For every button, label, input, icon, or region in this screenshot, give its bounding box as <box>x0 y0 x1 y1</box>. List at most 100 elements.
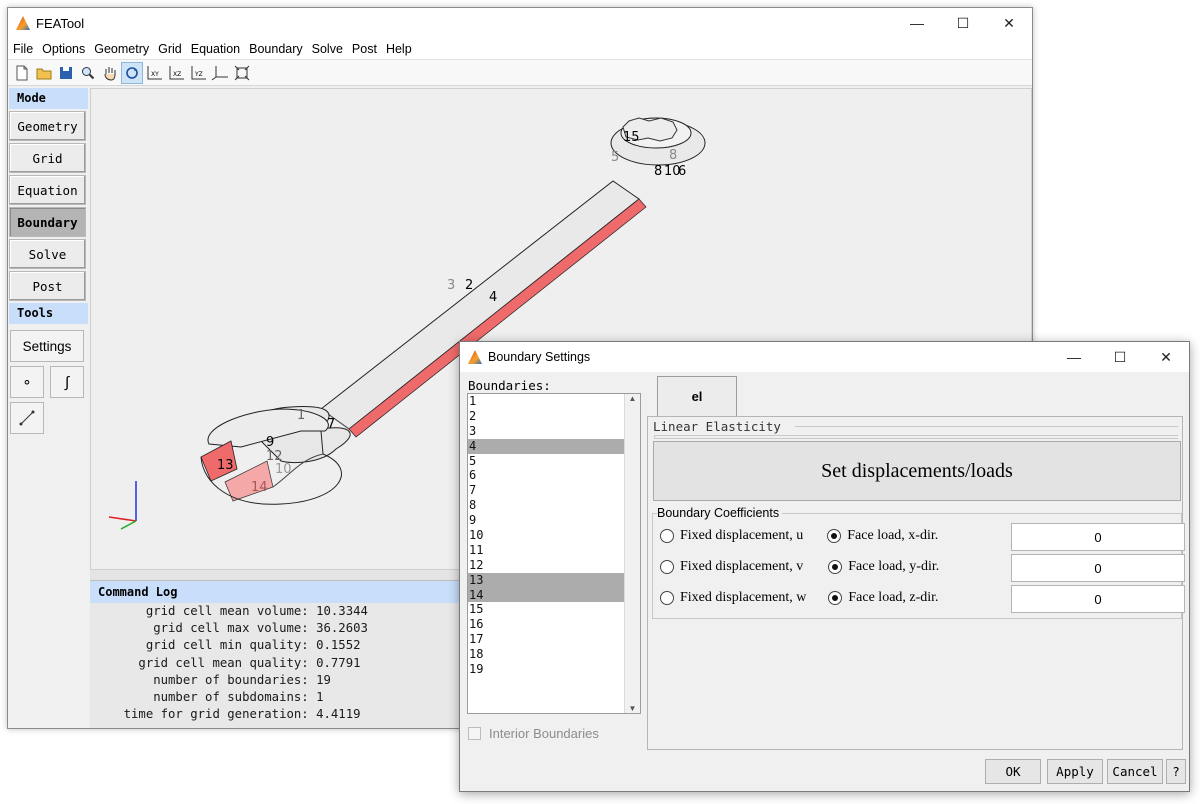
menu-bar: File Options Geometry Grid Equation Boun… <box>8 38 1032 60</box>
listbox-scrollbar[interactable]: ▲ ▼ <box>624 394 640 713</box>
list-item[interactable]: 17 <box>468 632 625 647</box>
menu-file[interactable]: File <box>8 42 37 56</box>
plot-label-15: 15 <box>623 130 640 145</box>
face-load-z-label: Face load, z-dir. <box>848 590 939 605</box>
fixed-displacement-w-label: Fixed displacement, w <box>680 590 807 605</box>
plot-label-8a: 8 <box>669 148 677 163</box>
axes-xz-icon[interactable]: XZ <box>165 62 187 84</box>
menu-solve[interactable]: Solve <box>307 42 347 56</box>
axes-yz-icon[interactable]: YZ <box>187 62 209 84</box>
interior-boundaries-option: Interior Boundaries <box>468 726 599 741</box>
close-button[interactable]: ✕ <box>986 8 1032 38</box>
axes-xy-icon[interactable]: XY <box>143 62 165 84</box>
list-item[interactable]: 14 <box>468 587 625 603</box>
point-tool-icon[interactable]: ∘ <box>10 366 44 398</box>
list-item[interactable]: 2 <box>468 409 625 424</box>
apply-button[interactable]: Apply <box>1047 759 1103 784</box>
scroll-down-icon[interactable]: ▼ <box>629 704 637 713</box>
divider <box>654 435 1178 439</box>
list-item[interactable]: 3 <box>468 424 625 439</box>
new-file-icon[interactable] <box>11 62 33 84</box>
save-icon[interactable] <box>55 62 77 84</box>
list-item[interactable]: 16 <box>468 617 625 632</box>
left-panel: Mode Geometry Grid Equation Boundary Sol… <box>8 88 88 728</box>
interior-boundaries-label: Interior Boundaries <box>489 726 599 741</box>
svg-text:XZ: XZ <box>173 71 181 78</box>
mode-solve-button[interactable]: Solve <box>9 239 86 269</box>
settings-button[interactable]: Settings <box>10 330 84 362</box>
menu-equation[interactable]: Equation <box>186 42 244 56</box>
dialog-maximize-button[interactable]: ☐ <box>1097 342 1143 372</box>
list-item[interactable]: 8 <box>468 498 625 513</box>
list-item[interactable]: 7 <box>468 483 625 498</box>
pan-hand-icon[interactable] <box>99 62 121 84</box>
rotate-icon[interactable] <box>121 61 143 84</box>
fixed-displacement-v-label: Fixed displacement, v <box>680 559 804 574</box>
tab-panel: Linear Elasticity Set displacements/load… <box>647 416 1185 750</box>
cancel-button[interactable]: Cancel <box>1107 759 1163 784</box>
list-item[interactable]: 19 <box>468 662 625 677</box>
list-item[interactable]: 11 <box>468 543 625 558</box>
fit-view-icon[interactable] <box>231 62 253 84</box>
list-item[interactable]: 13 <box>468 572 625 588</box>
list-item[interactable]: 9 <box>468 513 625 528</box>
list-item[interactable]: 1 <box>468 394 625 409</box>
minimize-button[interactable]: — <box>894 8 940 38</box>
plot-label-7: 7 <box>327 417 335 432</box>
plot-label-9: 9 <box>266 435 274 450</box>
menu-post[interactable]: Post <box>347 42 381 56</box>
list-item[interactable]: 5 <box>468 454 625 469</box>
face-load-x-radio[interactable] <box>827 529 842 543</box>
face-load-z-radio[interactable] <box>828 591 843 605</box>
dialog-close-button[interactable]: ✕ <box>1143 342 1189 372</box>
menu-help[interactable]: Help <box>381 42 416 56</box>
mode-equation-button[interactable]: Equation <box>9 175 86 205</box>
maximize-button[interactable]: ☐ <box>940 8 986 38</box>
mode-grid-button[interactable]: Grid <box>9 143 86 173</box>
boundaries-listbox[interactable]: 1 2 3 4 5 6 7 8 9 10 11 12 13 14 15 16 1… <box>467 393 641 714</box>
scroll-up-icon[interactable]: ▲ <box>629 394 637 403</box>
axes-3d-icon[interactable] <box>209 62 231 84</box>
fixed-displacement-w-radio[interactable] <box>660 591 674 605</box>
help-button[interactable]: ? <box>1166 759 1186 784</box>
boundary-coefficients-group: Fixed displacement, u Face load, x-dir. … <box>652 513 1185 619</box>
set-displacements-loads-button[interactable]: Set displacements/loads <box>653 441 1181 501</box>
tab-elasticity[interactable]: el <box>657 376 737 416</box>
mode-post-button[interactable]: Post <box>9 271 86 301</box>
dialog-minimize-button[interactable]: — <box>1051 342 1097 372</box>
face-load-x-label: Face load, x-dir. <box>847 528 939 543</box>
open-folder-icon[interactable] <box>33 62 55 84</box>
coeff-row-w: Fixed displacement, w Face load, z-dir. <box>660 587 939 609</box>
matlab-logo-icon <box>16 16 30 30</box>
menu-grid[interactable]: Grid <box>153 42 186 56</box>
face-load-y-radio[interactable] <box>828 560 843 574</box>
mode-geometry-button[interactable]: Geometry <box>9 111 86 141</box>
toolbar: XY XZ YZ <box>8 60 1032 86</box>
list-item[interactable]: 4 <box>468 438 625 454</box>
fixed-displacement-u-radio[interactable] <box>660 529 674 543</box>
list-item[interactable]: 18 <box>468 647 625 662</box>
face-load-x-input[interactable]: 0 <box>1011 523 1185 551</box>
list-item[interactable]: 12 <box>468 558 625 573</box>
line-tool-icon[interactable] <box>10 402 44 434</box>
menu-options[interactable]: Options <box>37 42 89 56</box>
divider <box>795 426 1178 427</box>
fixed-displacement-v-radio[interactable] <box>660 560 674 574</box>
dialog-titlebar: Boundary Settings — ☐ ✕ <box>460 342 1189 372</box>
integral-tool-icon[interactable]: ∫ <box>50 366 84 398</box>
tools-row-2 <box>10 402 88 434</box>
menu-boundary[interactable]: Boundary <box>244 42 307 56</box>
list-item[interactable]: 15 <box>468 602 625 617</box>
interior-boundaries-checkbox[interactable] <box>468 727 481 740</box>
zoom-icon[interactable] <box>77 62 99 84</box>
plot-label-14: 14 <box>251 480 268 495</box>
face-load-y-input[interactable]: 0 <box>1011 554 1185 582</box>
ok-button[interactable]: OK <box>985 759 1041 784</box>
list-item[interactable]: 10 <box>468 528 625 543</box>
mode-header: Mode <box>9 88 88 109</box>
face-load-z-input[interactable]: 0 <box>1011 585 1185 613</box>
mode-boundary-button[interactable]: Boundary <box>9 207 86 237</box>
coeff-row-v: Fixed displacement, v Face load, y-dir. <box>660 556 939 578</box>
menu-geometry[interactable]: Geometry <box>89 42 153 56</box>
list-item[interactable]: 6 <box>468 468 625 483</box>
